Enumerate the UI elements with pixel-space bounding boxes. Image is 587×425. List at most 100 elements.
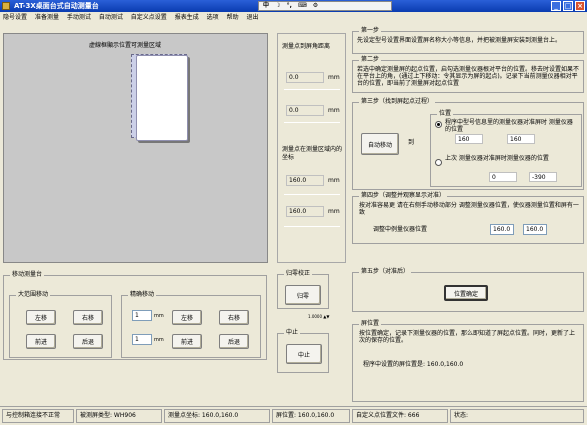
coarse-right-button[interactable]: 右移 bbox=[73, 310, 103, 325]
radio-last-position[interactable] bbox=[435, 159, 442, 166]
step3-group: 第三步（找到屏起点过程） 自动移动 到 位置 程序中型号信息里的测量仪器对准屏时… bbox=[352, 98, 584, 190]
screen-position-title: 屏位置 bbox=[359, 320, 382, 328]
adjust-y-field[interactable]: 160.0 bbox=[523, 224, 547, 235]
ime-moon-icon[interactable]: ☽ bbox=[275, 2, 280, 10]
status-screen-position: 屏位置: 160.0,160.0 bbox=[272, 409, 350, 423]
status-measure-point: 测量点坐标: 160.0,160.0 bbox=[164, 409, 270, 423]
menu-model-settings[interactable]: 隐号设置 bbox=[0, 12, 30, 24]
status-state: 状态: bbox=[450, 409, 584, 423]
ime-toolbar[interactable]: 中 ☽ °, ⌨ ⚙ bbox=[258, 1, 392, 11]
fine-forward-button[interactable]: 前进 bbox=[172, 334, 202, 349]
menu-prepare-measure[interactable]: 准备测量 bbox=[32, 12, 62, 24]
adjust-position-label: 调整中例量仪器位置 bbox=[373, 226, 428, 233]
move-platform-group: 移动测量台 大范围移动 左移 右移 前进 后退 精确移动 1 mm 1 mm 左… bbox=[3, 271, 267, 360]
screen-position-group: 屏位置 按位置确定，记录下测量仪器的位置，那么即知道了屏起点位置。同时，更新了上… bbox=[352, 320, 584, 402]
distance-title: 測量点到屏角距离 bbox=[282, 43, 331, 50]
distance-x-unit: mm bbox=[328, 74, 340, 81]
coarse-forward-button[interactable]: 前进 bbox=[26, 334, 56, 349]
window-title: AT-3X桌面台式自动测量台 bbox=[14, 2, 99, 10]
menu-manual-test[interactable]: 手动测试 bbox=[64, 12, 94, 24]
distance-y-field: 0.0 bbox=[286, 105, 324, 116]
program-y-field[interactable]: 160 bbox=[507, 134, 535, 144]
menu-auto-test[interactable]: 自动测试 bbox=[96, 12, 126, 24]
middle-panel: 測量点到屏角距离 0.0 mm 0.0 mm 測量点在测量区域内的坐标 160.… bbox=[277, 33, 346, 263]
fine-y-unit: mm bbox=[154, 337, 164, 343]
fine-back-button[interactable]: 后退 bbox=[219, 334, 249, 349]
auto-move-button[interactable]: 自动移动 bbox=[361, 133, 399, 155]
radio-last-label: 上次 测量仪器对准屏时测量仪器的位置 bbox=[445, 155, 549, 162]
zero-calibration-group: 归零校正 归零 bbox=[277, 270, 329, 309]
confirm-position-button[interactable]: 位置确定 bbox=[444, 285, 488, 301]
minimize-button[interactable]: _ bbox=[551, 1, 561, 11]
divider bbox=[284, 226, 340, 227]
status-custom-point-file: 自定义点位置文件: 666 bbox=[352, 409, 448, 423]
menu-bar: 隐号设置 准备测量 手动测试 自动测试 自定义点设置 报表生成 选项 帮助 退出 bbox=[0, 12, 587, 24]
preview-label: 虚線框顯示位置可測量区域 bbox=[89, 42, 162, 49]
step1-group: 第一步 先设定型号设置界面设置屏名称大小等信息，并把被测量屏安装到测量台上。 bbox=[352, 27, 584, 54]
step1-title: 第一步 bbox=[359, 27, 382, 35]
menu-help[interactable]: 帮助 bbox=[224, 12, 242, 24]
coord-x-field: 160.0 bbox=[286, 175, 324, 186]
menu-exit[interactable]: 退出 bbox=[244, 12, 262, 24]
fine-move-group: 精确移动 1 mm 1 mm 左移 右移 前进 后退 bbox=[121, 291, 261, 358]
menu-options[interactable]: 选项 bbox=[204, 12, 222, 24]
stop-group: 中止 中止 bbox=[277, 329, 329, 373]
last-x-field[interactable]: 0 bbox=[489, 172, 517, 182]
divider bbox=[284, 89, 340, 90]
step3-title: 第三步（找到屏起点过程） bbox=[359, 98, 436, 106]
coarse-move-group: 大范围移动 左移 右移 前进 后退 bbox=[9, 291, 112, 358]
coarse-move-title: 大范围移动 bbox=[16, 291, 51, 299]
move-platform-title: 移动测量台 bbox=[10, 271, 45, 279]
stop-title: 中止 bbox=[284, 329, 301, 337]
step4-title: 第四步（调整并观察显示对准） bbox=[359, 192, 448, 200]
distance-x-field: 0.0 bbox=[286, 72, 324, 83]
coord-x-unit: mm bbox=[328, 177, 340, 184]
status-bar: 与控制箱连接不正常 被测屏类型: WH906 测量点坐标: 160.0,160.… bbox=[0, 406, 587, 425]
ime-punct-icon[interactable]: °, bbox=[287, 2, 292, 10]
stop-button[interactable]: 中止 bbox=[286, 344, 322, 364]
step4-text: 按对准容易更 请在右侧手动移动部分 调整测量仪器位置，使仪器测量位置和屏有一致 bbox=[359, 202, 579, 216]
step2-text: 若选中确定测量屏的起点位置，启勾选测量仪器根对平台的位置。移去时设置如果不在平台… bbox=[357, 66, 580, 87]
screen-card bbox=[136, 55, 188, 141]
fine-right-button[interactable]: 右移 bbox=[219, 310, 249, 325]
fine-y-step-field[interactable]: 1 bbox=[132, 334, 152, 345]
coarse-left-button[interactable]: 左移 bbox=[26, 310, 56, 325]
step2-title: 第二步 bbox=[359, 56, 382, 64]
ime-keyboard-icon[interactable]: ⌨ bbox=[298, 2, 307, 10]
step5-group: 第五步（对准后） 位置确定 bbox=[352, 268, 584, 312]
app-icon bbox=[2, 2, 10, 10]
step5-title: 第五步（对准后） bbox=[359, 268, 412, 276]
screen-position-text: 按位置确定，记录下测量仪器的位置，那么即知道了屏起点位置。同时，更新了上次的保存… bbox=[359, 330, 576, 344]
divider bbox=[284, 122, 340, 123]
divider bbox=[284, 194, 340, 195]
status-connection: 与控制箱连接不正常 bbox=[2, 409, 74, 423]
fine-left-button[interactable]: 左移 bbox=[172, 310, 202, 325]
close-button[interactable]: × bbox=[575, 1, 585, 11]
step-size-spinner[interactable]: 1.0000 ▲▼ bbox=[308, 313, 329, 321]
coord-y-field: 160.0 bbox=[286, 206, 324, 217]
preview-area: 虚線框顯示位置可測量区域 bbox=[3, 33, 268, 263]
fine-x-step-field[interactable]: 1 bbox=[132, 310, 152, 321]
maximize-button[interactable]: □ bbox=[563, 1, 573, 11]
zero-button[interactable]: 归零 bbox=[285, 285, 321, 305]
fine-x-unit: mm bbox=[154, 313, 164, 319]
adjust-x-field[interactable]: 160.0 bbox=[490, 224, 514, 235]
step2-group: 第二步 若选中确定测量屏的起点位置，启勾选测量仪器根对平台的位置。移去时设置如果… bbox=[352, 56, 584, 93]
menu-custom-points[interactable]: 自定义点设置 bbox=[128, 12, 170, 24]
current-screen-position: 程序中设置的屏位置是: 160.0,160.0 bbox=[363, 361, 464, 368]
position-group: 位置 程序中型号信息里的测量仪器对准屏时 测量仪器的位置 160 160 上次 … bbox=[430, 110, 582, 187]
radio-program-label: 程序中型号信息里的测量仪器对准屏时 测量仪器的位置 bbox=[445, 119, 573, 133]
ime-mode-icon[interactable]: 中 bbox=[263, 2, 269, 10]
distance-y-unit: mm bbox=[328, 107, 340, 114]
ime-settings-icon[interactable]: ⚙ bbox=[313, 2, 318, 10]
radio-program-position[interactable] bbox=[435, 121, 442, 128]
menu-report[interactable]: 报表生成 bbox=[172, 12, 202, 24]
zero-calibration-title: 归零校正 bbox=[284, 270, 313, 278]
step4-group: 第四步（调整并观察显示对准） 按对准容易更 请在右侧手动移动部分 调整测量仪器位… bbox=[352, 192, 584, 244]
step1-text: 先设定型号设置界面设置屏名称大小等信息，并把被测量屏安装到测量台上。 bbox=[357, 37, 562, 44]
coord-y-unit: mm bbox=[328, 208, 340, 215]
coarse-back-button[interactable]: 后退 bbox=[73, 334, 103, 349]
title-bar: AT-3X桌面台式自动测量台 中 ☽ °, ⌨ ⚙ _ □ × bbox=[0, 0, 587, 12]
last-y-field[interactable]: -390 bbox=[529, 172, 557, 182]
program-x-field[interactable]: 160 bbox=[455, 134, 483, 144]
